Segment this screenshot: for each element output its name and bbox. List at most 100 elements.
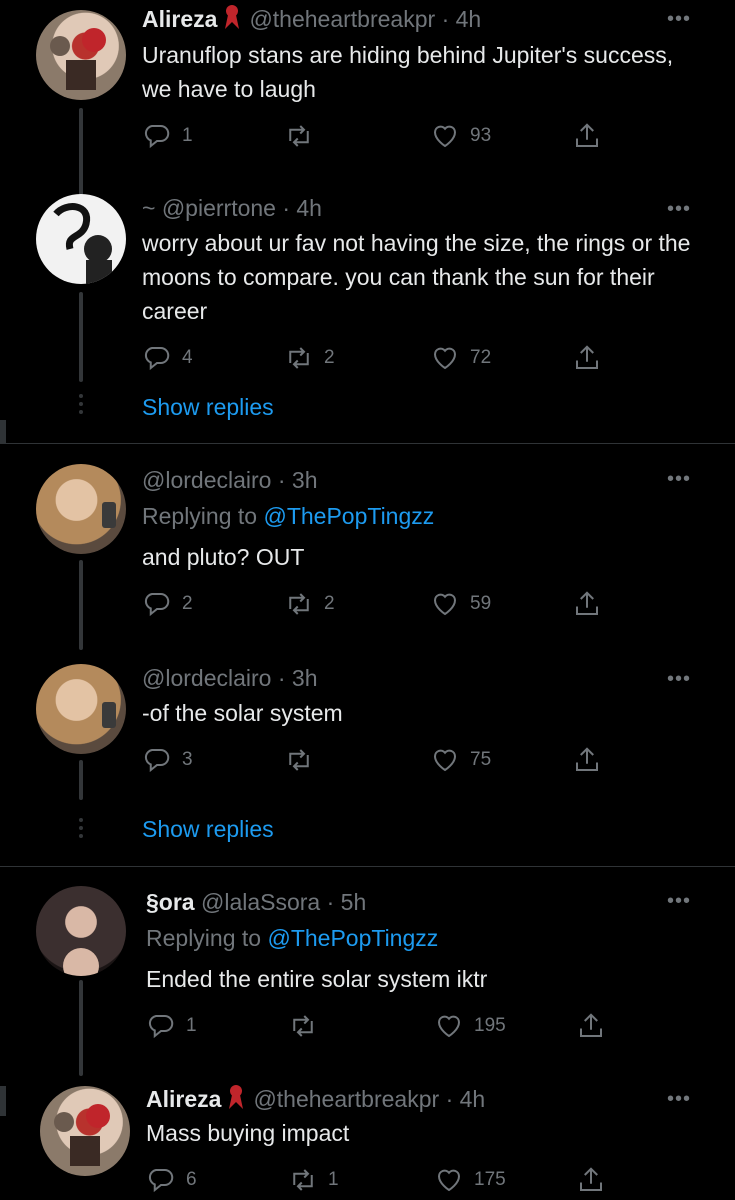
more-icon[interactable]: ••• [667,1088,691,1111]
reply-button[interactable]: 6 [146,1162,197,1198]
like-count: 93 [470,125,492,146]
avatar[interactable] [36,194,126,284]
tweet[interactable]: Alireza @theheartbreakpr · 4h ••• Uranufl… [0,0,735,180]
reply-button[interactable]: 1 [146,1008,197,1044]
share-button[interactable] [576,1162,616,1198]
like-count: 59 [470,593,492,614]
reply-button[interactable]: 1 [142,118,193,154]
author-handle[interactable]: @lalaSsora [201,889,320,915]
retweet-icon [293,1015,313,1037]
share-icon [576,345,598,369]
mention-link[interactable]: @ThePopTingzz [263,503,434,529]
show-replies-link[interactable]: Show replies [142,816,274,843]
avatar[interactable] [36,664,126,754]
timestamp[interactable]: · 3h [278,665,318,691]
heart-icon [437,1169,461,1192]
heart-icon [433,347,457,370]
like-button[interactable]: 72 [430,340,491,376]
tweet[interactable]: Alireza @theheartbreakpr · 4h ••• Mass bu… [0,1080,735,1200]
author-name[interactable]: ~ [142,195,155,221]
retweet-icon [289,593,309,615]
like-button[interactable]: 93 [430,118,491,154]
more-icon[interactable]: ••• [667,198,691,221]
heart-icon [433,125,457,148]
reply-button[interactable]: 4 [142,340,193,376]
replying-to: Replying to @ThePopTingzz [146,924,438,952]
avatar[interactable] [36,464,126,554]
replying-label: Replying to [142,503,258,529]
author-handle[interactable]: @lordeclairo [142,467,271,493]
avatar[interactable] [36,886,126,976]
retweet-button[interactable]: 2 [284,340,335,376]
reply-count: 4 [182,347,193,368]
author-name[interactable]: Alireza [142,6,217,32]
tweet[interactable]: @lordeclairo · 3h ••• Replying to @ThePo… [0,460,735,630]
like-count: 75 [470,749,492,770]
timestamp[interactable]: · 5h [327,889,367,915]
show-replies-link[interactable]: Show replies [142,394,274,421]
replying-to: Replying to @ThePopTingzz [142,502,434,530]
like-button[interactable]: 195 [434,1008,506,1044]
like-count: 72 [470,347,492,368]
share-button[interactable] [572,586,612,622]
share-icon [580,1167,602,1191]
more-icon[interactable]: ••• [667,468,691,491]
ribbon-icon [223,4,241,36]
reply-icon [144,125,170,149]
author-handle[interactable]: @theheartbreakpr [249,6,435,32]
tweet-text: Uranuflop stans are hiding behind Jupite… [142,42,674,102]
reply-count: 1 [182,125,193,146]
ribbon-icon [227,1084,245,1116]
avatar[interactable] [36,10,126,100]
separator [0,443,735,444]
timestamp[interactable]: · 4h [442,6,482,32]
timestamp[interactable]: · 4h [282,195,322,221]
retweet-button[interactable] [284,742,324,778]
retweet-icon [293,1169,313,1191]
retweet-button[interactable] [288,1008,328,1044]
tweet[interactable]: ~ @pierrtone · 4h ••• worry about ur fav… [0,190,735,380]
retweet-button[interactable] [284,118,324,154]
share-button[interactable] [572,118,612,154]
like-button[interactable]: 59 [430,586,491,622]
reply-icon [144,347,170,371]
more-icon[interactable]: ••• [667,8,691,31]
separator [0,866,735,867]
like-button[interactable]: 175 [434,1162,506,1198]
retweet-button[interactable]: 1 [288,1162,339,1198]
tweet[interactable]: §ora @lalaSsora · 5h ••• Replying to @Th… [0,882,735,1062]
share-icon [580,1013,602,1037]
thread-dots [79,818,83,842]
retweet-button[interactable]: 2 [284,586,335,622]
avatar[interactable] [40,1086,130,1176]
more-icon[interactable]: ••• [667,668,691,691]
author-handle[interactable]: @pierrtone [162,195,276,221]
share-button[interactable] [576,1008,616,1044]
more-icon[interactable]: ••• [667,890,691,913]
author-handle[interactable]: @lordeclairo [142,665,271,691]
like-button[interactable]: 75 [430,742,491,778]
reply-button[interactable]: 3 [142,742,193,778]
divider-fragment [0,420,6,444]
tweet-text: and pluto? OUT [142,544,305,570]
mention-link[interactable]: @ThePopTingzz [267,925,438,951]
share-button[interactable] [572,742,612,778]
tweet[interactable]: @lordeclairo · 3h ••• -of the solar syst… [0,660,735,790]
tweet-text: Ended the entire solar system iktr [146,966,488,992]
author-name[interactable]: §ora [146,889,195,915]
author-handle[interactable]: @theheartbreakpr [253,1086,439,1112]
timestamp[interactable]: · 4h [446,1086,486,1112]
reply-button[interactable]: 2 [142,586,193,622]
share-icon [576,591,598,615]
tweet-text: worry about ur fav not having the size, … [142,230,691,324]
thread-dots [79,394,83,418]
retweet-count: 2 [324,593,335,614]
retweet-count: 2 [324,347,335,368]
timestamp[interactable]: · 3h [278,467,318,493]
reply-icon [148,1015,174,1039]
reply-icon [144,749,170,773]
author-name[interactable]: Alireza [146,1086,221,1112]
heart-icon [437,1015,461,1038]
reply-count: 2 [182,593,193,614]
share-button[interactable] [572,340,612,376]
